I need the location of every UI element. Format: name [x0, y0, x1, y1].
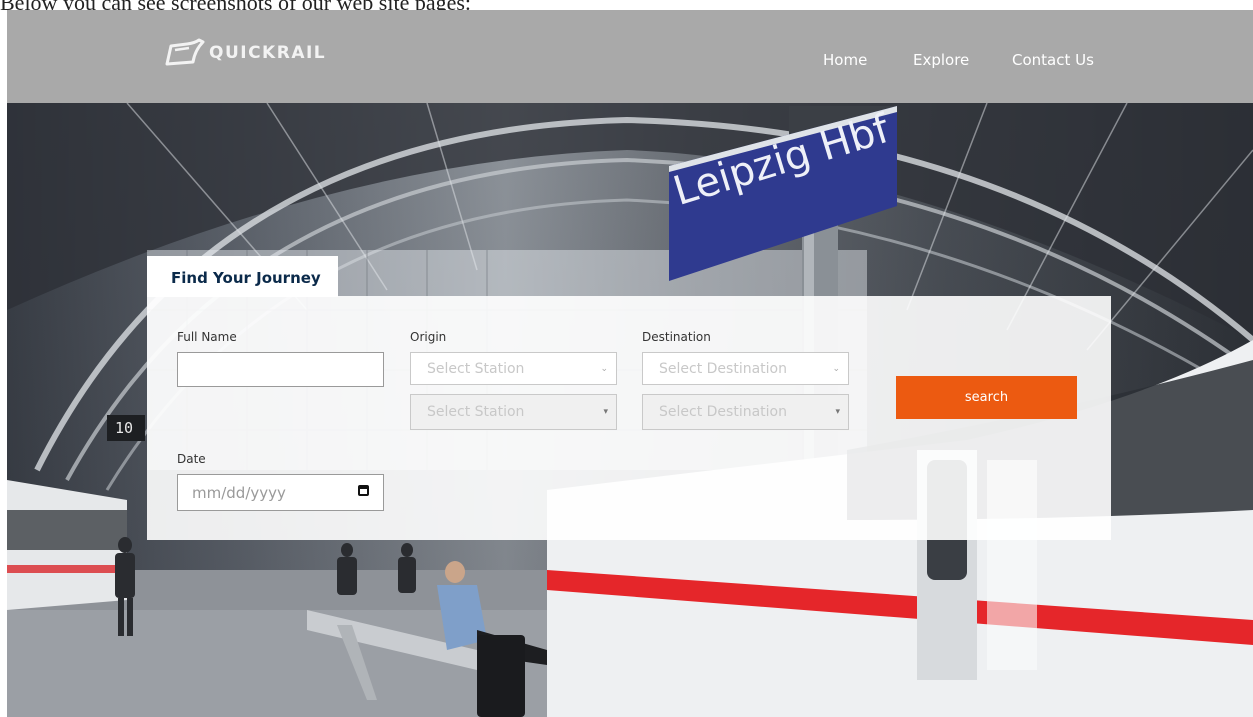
origin-select[interactable]: Select Station ⌄ — [410, 352, 617, 385]
origin-select-secondary[interactable]: Select Station ▾ — [410, 394, 617, 430]
date-label: Date — [177, 452, 206, 466]
origin-select-secondary-value: Select Station — [427, 404, 525, 420]
search-button[interactable]: search — [896, 376, 1077, 419]
page-caption: Below you can see screenshots of our web… — [0, 0, 1253, 10]
destination-select-value: Select Destination — [659, 360, 787, 377]
brand-logo[interactable]: QUICKRAIL — [165, 38, 326, 68]
date-input[interactable]: mm/dd/yyyy — [177, 474, 384, 511]
full-name-input[interactable] — [177, 352, 384, 387]
calendar-icon[interactable] — [358, 485, 369, 496]
chevron-down-icon: ⌄ — [832, 363, 840, 374]
date-placeholder: mm/dd/yyyy — [192, 483, 286, 502]
destination-label: Destination — [642, 330, 711, 344]
origin-label: Origin — [410, 330, 447, 344]
brand-name: QUICKRAIL — [209, 43, 327, 63]
nav-link-explore[interactable]: Explore — [913, 51, 969, 69]
website-screenshot: 10 Leipzig Hbf QUICKRAIL Home Explore Co… — [7, 10, 1253, 717]
destination-select-secondary-value: Select Destination — [659, 404, 787, 420]
nav-link-contact-us[interactable]: Contact Us — [1012, 51, 1094, 69]
journey-search-form: Full Name Origin Select Station ⌄ Select… — [147, 296, 1111, 540]
destination-select[interactable]: Select Destination ⌄ — [642, 352, 849, 385]
nav-link-home[interactable]: Home — [823, 51, 867, 69]
top-navbar: QUICKRAIL Home Explore Contact Us — [7, 10, 1253, 103]
destination-select-secondary[interactable]: Select Destination ▾ — [642, 394, 849, 430]
caret-down-icon: ▾ — [835, 407, 840, 417]
caret-down-icon: ▾ — [603, 407, 608, 417]
find-journey-tab: Find Your Journey — [147, 256, 338, 297]
train-logo-icon — [165, 38, 205, 66]
platform-number: 10 — [115, 419, 134, 437]
origin-select-value: Select Station — [427, 360, 525, 377]
chevron-down-icon: ⌄ — [600, 363, 608, 374]
full-name-label: Full Name — [177, 330, 237, 344]
